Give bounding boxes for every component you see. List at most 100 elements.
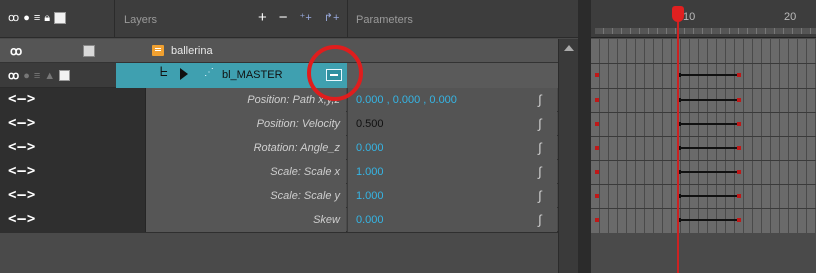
parameter-value[interactable]: 1.000 — [356, 166, 384, 178]
parameter-value[interactable]: 0.000 — [356, 142, 384, 154]
function-curve-icon[interactable]: ∫ — [538, 212, 542, 227]
parameter-row[interactable]: <—> Skew 0.000 ∫ — [0, 208, 580, 232]
parameter-value[interactable]: 0.500 — [356, 118, 384, 130]
add-peg-button[interactable]: ⁺+ — [300, 10, 312, 26]
row-divider — [591, 136, 816, 137]
add-drawing-button[interactable]: ↱+ — [324, 10, 340, 26]
add-layer-button[interactable]: + — [258, 10, 267, 26]
expand-arrows-icon[interactable]: <—> — [8, 163, 36, 179]
parameter-value-cell[interactable]: 0.500 ∫ — [347, 112, 557, 136]
layer-name[interactable]: ballerina — [171, 45, 213, 57]
interpolation-line — [681, 219, 737, 221]
expand-arrows-icon[interactable]: <—> — [8, 211, 36, 227]
parameter-row[interactable]: <—> Position: Velocity 0.500 ∫ — [0, 112, 580, 136]
stack-all-icon[interactable]: ≡ — [34, 12, 40, 24]
header-toggle-icons: ꝏ ● ≡ 🔒︎ — [8, 12, 67, 24]
function-curve-icon[interactable]: ∫ — [538, 92, 542, 107]
keyframe[interactable] — [737, 98, 741, 102]
panel-splitter[interactable] — [578, 0, 591, 273]
circle-all-icon[interactable]: ● — [23, 12, 30, 24]
row-divider — [591, 184, 816, 185]
layer-name[interactable]: bl_MASTER — [222, 69, 283, 81]
hierarchy-connector-icon: ᖶ — [160, 64, 168, 79]
keyframe[interactable] — [737, 146, 741, 150]
interpolation-line — [681, 123, 737, 125]
eye-icon[interactable]: ꝏ — [8, 69, 19, 82]
eye-all-icon[interactable]: ꝏ — [8, 12, 19, 24]
parameter-value-cell[interactable]: 1.000 ∫ — [347, 184, 557, 208]
parameter-name: Position: Velocity — [256, 118, 340, 130]
lock-icon[interactable]: ▲ — [44, 70, 55, 82]
layer-row-bl-master[interactable]: ꝏ ● ≡ ▲ ᖶ ⋰ bl_MASTER — [0, 63, 558, 88]
layer-tools: + − ⁺+ ↱+ — [258, 10, 339, 26]
timeline-xsheet[interactable]: 10 20 — [591, 0, 816, 273]
parameter-name: Skew — [313, 214, 340, 226]
keyframe[interactable] — [595, 73, 599, 77]
stack-icon[interactable]: ≡ — [34, 70, 40, 82]
parameter-controls: <—> — [0, 112, 146, 136]
interpolation-line — [681, 99, 737, 101]
parameter-value-cell[interactable]: 0.000 ∫ — [347, 136, 557, 160]
function-curve-icon[interactable]: ∫ — [538, 140, 542, 155]
expand-arrows-icon[interactable]: <—> — [8, 187, 36, 203]
parameter-value-cell[interactable]: 0.000 ∫ — [347, 208, 557, 232]
header-divider — [347, 0, 348, 38]
timeline-empty-area[interactable] — [591, 233, 816, 273]
lock-all-icon[interactable]: 🔒︎ — [44, 12, 50, 24]
parameter-value[interactable]: 1.000 — [356, 190, 384, 202]
expand-arrows-icon[interactable]: <—> — [8, 115, 36, 131]
layer-color-swatch[interactable] — [83, 45, 95, 57]
parameter-row[interactable]: <—> Position: Path x,y,z 0.000 , 0.000 ,… — [0, 88, 580, 112]
vertical-scrollbar[interactable] — [558, 39, 578, 273]
layers-header: ꝏ ● ≡ 🔒︎ Layers + − ⁺+ ↱+ Parameters — [0, 0, 580, 38]
keyframe[interactable] — [737, 194, 741, 198]
remove-layer-button[interactable]: − — [279, 10, 288, 26]
parameter-row[interactable]: <—> Scale: Scale y 1.000 ∫ — [0, 184, 580, 208]
parameter-controls: <—> — [0, 160, 146, 184]
parameter-row[interactable]: <—> Scale: Scale x 1.000 ∫ — [0, 160, 580, 184]
function-curve-icon[interactable]: ∫ — [538, 116, 542, 131]
keyframe[interactable] — [595, 122, 599, 126]
keyframe[interactable] — [595, 146, 599, 150]
parameter-value[interactable]: 0.000 — [356, 214, 384, 226]
keyframe[interactable] — [737, 122, 741, 126]
keyframe[interactable] — [595, 218, 599, 222]
layer-color-swatch[interactable] — [59, 70, 71, 81]
empty-layer-area[interactable] — [0, 232, 558, 273]
expand-arrows-icon[interactable]: <—> — [8, 139, 36, 155]
parameter-row[interactable]: <—> Rotation: Angle_z 0.000 ∫ — [0, 136, 580, 160]
parameter-controls: <—> — [0, 208, 146, 232]
playhead-line[interactable] — [677, 8, 679, 273]
eye-link-icon[interactable]: ꝏ — [10, 44, 22, 58]
keyframe[interactable] — [737, 218, 741, 222]
interpolation-line — [681, 195, 737, 197]
expand-triangle-icon[interactable] — [180, 68, 188, 80]
keyframe[interactable] — [737, 73, 741, 77]
interpolation-line — [681, 74, 737, 76]
parameter-controls: <—> — [0, 136, 146, 160]
color-swatch-all-icon[interactable] — [54, 12, 67, 24]
parameter-controls: <—> — [0, 88, 146, 112]
row-divider — [591, 208, 816, 209]
group-folder-icon — [152, 45, 164, 56]
keyframe[interactable] — [595, 170, 599, 174]
parameter-name: Rotation: Angle_z — [253, 142, 340, 154]
scroll-up-arrow-icon[interactable] — [564, 45, 574, 51]
expand-arrows-icon[interactable]: <—> — [8, 91, 36, 107]
parameter-value[interactable]: 0.000 , 0.000 , 0.000 — [356, 94, 457, 106]
circle-icon[interactable]: ● — [23, 70, 30, 82]
keyframe[interactable] — [595, 194, 599, 198]
parameter-name-cell: Skew — [146, 208, 346, 232]
header-divider — [114, 0, 115, 38]
keyframe[interactable] — [595, 98, 599, 102]
layer-row-ballerina[interactable]: ꝏ ballerina — [0, 39, 558, 63]
function-curve-icon[interactable]: ∫ — [538, 164, 542, 179]
parameter-value-cell[interactable]: 1.000 ∫ — [347, 160, 557, 184]
function-curve-icon[interactable]: ∫ — [538, 188, 542, 203]
parameter-value-cell[interactable]: 0.000 , 0.000 , 0.000 ∫ — [347, 88, 557, 112]
parameter-name-cell: Scale: Scale y — [146, 184, 346, 208]
timeline-ruler[interactable]: 10 20 — [591, 0, 816, 38]
playhead-handle[interactable] — [672, 6, 684, 22]
keyframe[interactable] — [737, 170, 741, 174]
parameters-cell — [347, 63, 558, 88]
